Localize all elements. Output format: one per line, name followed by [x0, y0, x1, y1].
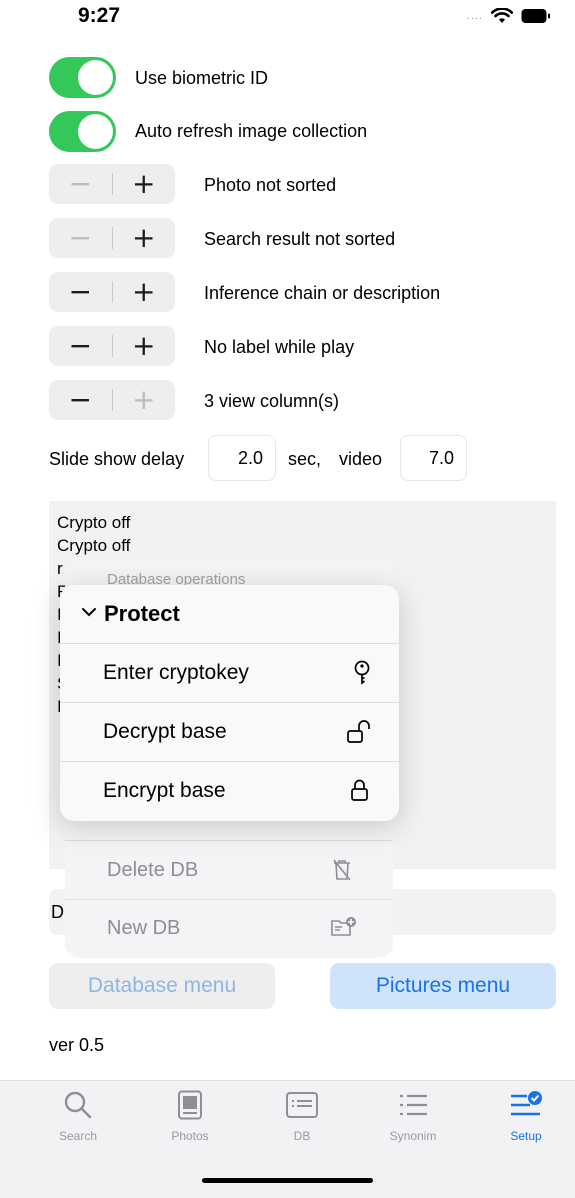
enter-cryptokey-item[interactable]: Enter cryptokey	[103, 661, 249, 685]
photo-sort-stepper[interactable]: − +	[49, 164, 175, 204]
biometric-toggle[interactable]	[49, 57, 116, 98]
video-delay-field[interactable]: 7.0	[400, 435, 467, 481]
trash-icon	[333, 859, 351, 881]
search-icon	[64, 1091, 92, 1119]
plus-button[interactable]: +	[113, 380, 176, 420]
unlock-icon	[347, 720, 370, 743]
key-icon	[354, 660, 370, 685]
tab-label: Synonim	[389, 1129, 437, 1143]
plus-button[interactable]: +	[113, 326, 176, 366]
minus-button[interactable]: −	[49, 326, 112, 366]
setup-icon	[511, 1091, 542, 1116]
decrypt-base-item[interactable]: Decrypt base	[103, 720, 227, 744]
search-sort-stepper[interactable]: − +	[49, 218, 175, 258]
tab-setup[interactable]: Setup	[486, 1090, 566, 1143]
plus-button[interactable]: +	[113, 164, 176, 204]
slideshow-label: Slide show delay	[49, 449, 185, 469]
version-label: ver 0.5	[49, 1035, 105, 1055]
log-line: Crypto off	[57, 536, 131, 555]
auto-refresh-toggle[interactable]	[49, 111, 116, 152]
photos-icon	[178, 1090, 202, 1120]
pictures-menu-button[interactable]: Pictures menu	[330, 963, 556, 1009]
tab-label: DB	[293, 1129, 311, 1143]
tab-search[interactable]: Search	[38, 1090, 118, 1143]
db-icon	[286, 1092, 318, 1118]
photo-sort-label: Photo not sorted	[204, 175, 337, 195]
toggle-knob	[78, 114, 113, 149]
no-label-stepper[interactable]: − +	[49, 326, 175, 366]
database-menu-button[interactable]: Database menu	[49, 963, 275, 1009]
delete-db-item[interactable]: Delete DB	[107, 859, 198, 882]
protect-title[interactable]: Protect	[104, 601, 180, 627]
tab-db[interactable]: DB	[262, 1090, 342, 1143]
minus-button[interactable]: −	[49, 218, 112, 258]
status-time: 9:27	[78, 4, 121, 27]
log-line: r	[57, 559, 63, 578]
plus-button[interactable]: +	[113, 272, 176, 312]
minus-button[interactable]: −	[49, 272, 112, 312]
status-icons: ....	[467, 8, 551, 24]
signal-dots: ....	[466, 10, 483, 22]
list-icon	[400, 1094, 427, 1116]
menu-divider	[60, 702, 399, 703]
tab-photos[interactable]: Photos	[150, 1090, 230, 1143]
new-db-item[interactable]: New DB	[107, 917, 180, 940]
tab-synonim[interactable]: Synonim	[373, 1090, 453, 1143]
log-line: Crypto off	[57, 513, 131, 532]
video-label: video	[339, 449, 383, 469]
tab-label: Setup	[510, 1129, 542, 1143]
columns-label: 3 view column(s)	[204, 391, 340, 411]
biometric-label: Use biometric ID	[135, 68, 269, 88]
menu-divider	[60, 643, 399, 644]
auto-refresh-label: Auto refresh image collection	[135, 121, 368, 141]
inference-label: Inference chain or description	[204, 283, 441, 303]
encrypt-base-item[interactable]: Encrypt base	[103, 779, 226, 803]
minus-button[interactable]: −	[49, 164, 112, 204]
folder-plus-icon	[331, 917, 356, 936]
search-sort-label: Search result not sorted	[204, 229, 396, 249]
slideshow-delay-field[interactable]: 2.0	[208, 435, 276, 481]
wifi-icon	[491, 8, 513, 23]
columns-stepper[interactable]: − +	[49, 380, 175, 420]
tab-label: Search	[58, 1129, 98, 1143]
battery-icon	[521, 9, 550, 23]
home-indicator	[202, 1178, 373, 1183]
no-label-label: No label while play	[204, 337, 355, 357]
chevron-down-icon[interactable]	[81, 606, 97, 618]
plus-button[interactable]: +	[113, 218, 176, 258]
menu-divider	[60, 761, 399, 762]
menu-divider	[65, 899, 393, 900]
tab-label: Photos	[171, 1129, 209, 1143]
menu-divider	[65, 840, 393, 841]
inference-stepper[interactable]: − +	[49, 272, 175, 312]
lock-icon	[351, 779, 368, 801]
toggle-knob	[78, 60, 113, 95]
db-name-label: D	[51, 902, 64, 922]
sec-label: sec,	[288, 449, 322, 469]
minus-button[interactable]: −	[49, 380, 112, 420]
